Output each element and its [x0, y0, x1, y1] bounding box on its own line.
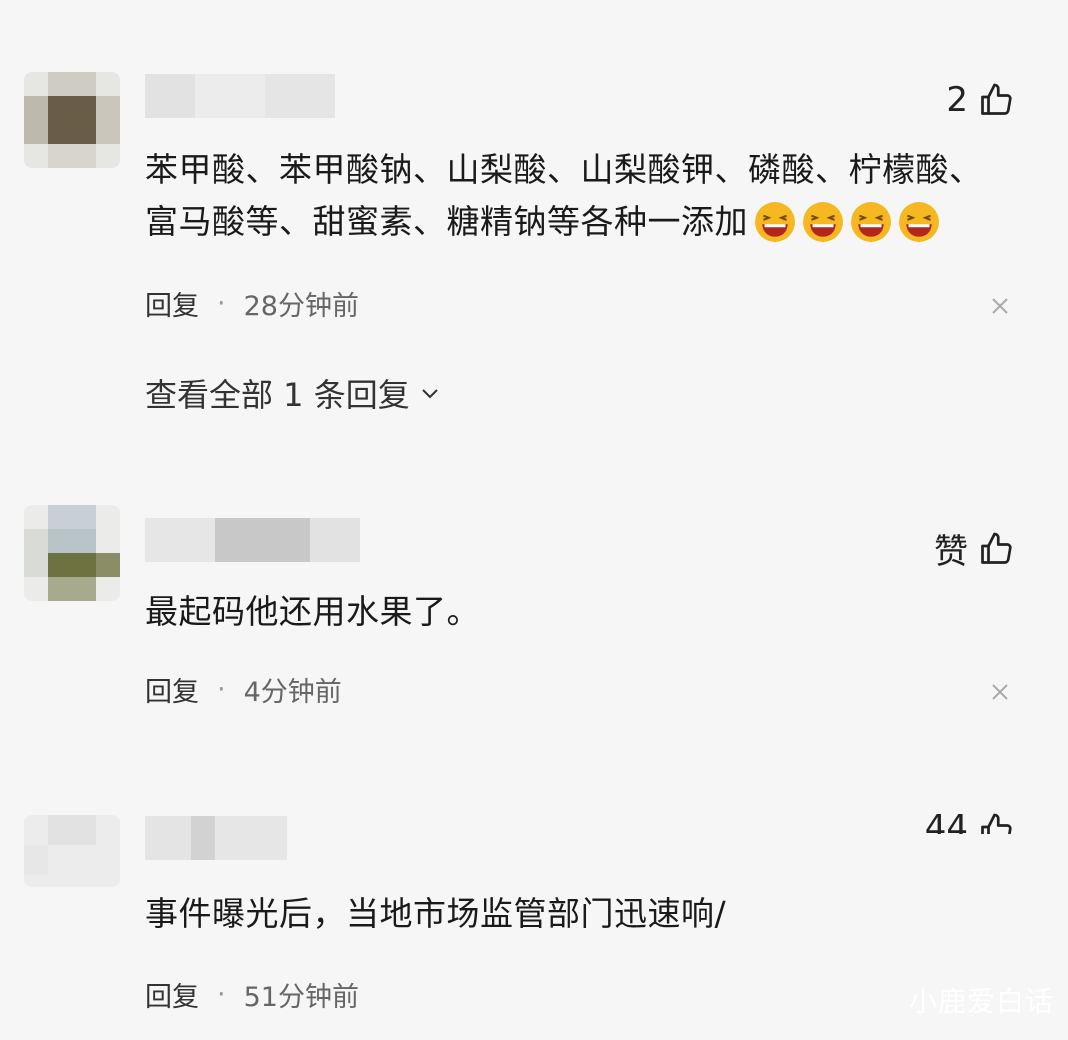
laughing-emoji-icon [899, 202, 939, 242]
laughing-emoji-icon [803, 202, 843, 242]
thumbs-up-icon [981, 532, 1012, 564]
comment-meta: 回复 · 4分钟前 [145, 670, 342, 709]
username-blurred[interactable] [145, 816, 287, 860]
thumbs-up-icon [981, 813, 1012, 834]
username-blurred[interactable] [145, 518, 360, 562]
like-button[interactable]: 赞 [934, 524, 1014, 573]
watermark: 小鹿爱白话 [908, 985, 1054, 1018]
like-count: 赞 [934, 532, 968, 572]
like-button[interactable]: 44 [925, 812, 1014, 834]
like-button[interactable]: 2 [946, 80, 1014, 120]
timestamp: 4分钟前 [243, 677, 342, 708]
like-count: 2 [946, 80, 968, 120]
thumbs-up-icon [981, 83, 1012, 115]
laughing-emoji-icon [851, 202, 891, 242]
comment-meta: 回复 · 51分钟前 [145, 975, 359, 1014]
view-all-replies-button[interactable]: 查看全部 1 条回复 [145, 370, 442, 416]
separator-dot: · [217, 288, 226, 319]
avatar[interactable] [24, 815, 120, 911]
reply-button[interactable]: 回复 [145, 975, 199, 1014]
close-icon[interactable] [990, 296, 1010, 316]
reply-button[interactable]: 回复 [145, 284, 199, 323]
avatar[interactable] [24, 72, 120, 168]
reply-button[interactable]: 回复 [145, 670, 199, 709]
timestamp: 28分钟前 [243, 291, 359, 322]
laughing-emoji-icon [755, 202, 795, 242]
avatar[interactable] [24, 505, 120, 601]
comment-text: 事件曝光后，当地市场监管部门迅速响/ [145, 894, 727, 933]
close-icon[interactable] [990, 682, 1010, 702]
comment-text: 最起码他还用水果了。 [145, 592, 480, 631]
separator-dot: · [217, 979, 226, 1010]
separator-dot: · [217, 674, 226, 705]
username-blurred[interactable] [145, 74, 335, 118]
like-count: 44 [924, 812, 968, 834]
view-replies-label: 查看全部 1 条回复 [145, 376, 410, 414]
chevron-down-icon [422, 389, 438, 399]
timestamp: 51分钟前 [243, 982, 359, 1013]
comment-meta: 回复 · 28分钟前 [145, 284, 359, 323]
comment-text: 苯甲酸、苯甲酸钠、山梨酸、山梨酸钾、磷酸、柠檬酸、 富马酸等、甜蜜素、糖精钠等各… [145, 150, 983, 242]
